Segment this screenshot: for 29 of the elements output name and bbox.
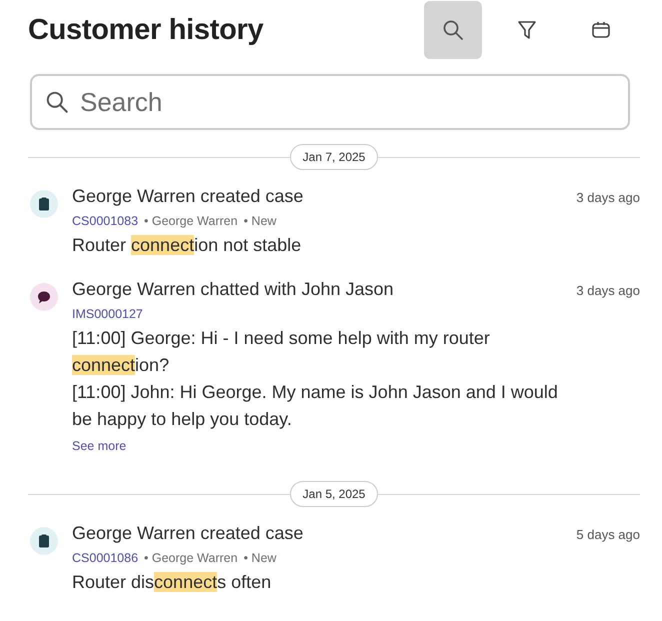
clipboard-icon — [36, 196, 52, 212]
message-text: Router connection not stable — [72, 234, 302, 257]
record-detail: • George Warren — [144, 551, 238, 565]
filter-icon — [515, 18, 539, 42]
entry-title: George Warren created case — [72, 523, 304, 544]
record-link[interactable]: CS0001086 — [72, 551, 138, 565]
search-icon — [44, 89, 70, 115]
page-title: Customer history — [28, 14, 264, 46]
record-link[interactable]: CS0001083 — [72, 214, 138, 228]
date-label: Jan 5, 2025 — [290, 481, 378, 507]
entry-title: George Warren created case — [72, 186, 304, 207]
record-detail: • New — [244, 551, 276, 565]
record-link[interactable]: IMS0000127 — [72, 307, 143, 321]
timestamp: 3 days ago — [576, 283, 640, 298]
search-button[interactable] — [424, 1, 482, 59]
search-field[interactable]: Search — [30, 74, 630, 130]
record-detail: • George Warren — [144, 214, 238, 228]
message-text: [11:00] George: Hi - I need some help with my router connection? — [72, 327, 491, 377]
entry-title: George Warren chatted with John Jason — [72, 279, 395, 300]
clipboard-icon — [36, 533, 52, 549]
see-more-link[interactable]: See more — [72, 439, 126, 453]
timestamp: 3 days ago — [576, 190, 640, 205]
timestamp: 5 days ago — [576, 527, 640, 542]
message-text: Router disconnects often — [72, 571, 272, 594]
message-text: [11:00] John: Hi George. My name is John Jason and I would be happy to help you today. — [72, 381, 559, 431]
speech-bubble-icon — [36, 289, 52, 305]
search-icon — [441, 18, 465, 42]
record-detail: • New — [244, 214, 276, 228]
date-label: Jan 7, 2025 — [290, 144, 378, 170]
